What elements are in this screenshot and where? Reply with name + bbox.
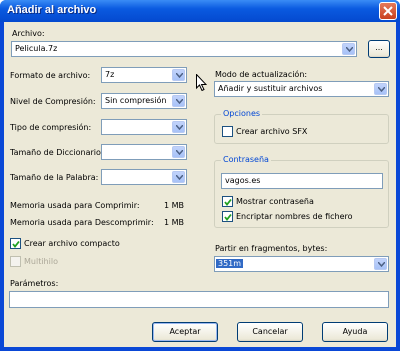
memory-compress-value: 1 MB xyxy=(164,201,185,210)
encrypt-names-checkbox[interactable] xyxy=(222,211,233,222)
parameters-label: Parámetros: xyxy=(10,279,59,288)
chevron-down-icon xyxy=(378,262,385,267)
chevron-down-icon xyxy=(346,47,353,52)
update-mode-label: Modo de actualización: xyxy=(215,70,308,79)
type-dropdown-button[interactable] xyxy=(172,121,185,133)
solid-archive-checkbox[interactable] xyxy=(10,238,21,249)
dictionary-label: Tamaño de Diccionario: xyxy=(10,148,104,157)
format-dropdown-button[interactable] xyxy=(172,69,185,81)
update-mode-select[interactable]: Añadir y sustituir archivos xyxy=(214,81,389,97)
archive-value: Pelicula.7z xyxy=(15,44,58,53)
sfx-label: Crear archivo SFX xyxy=(236,127,308,136)
dictionary-dropdown-button[interactable] xyxy=(172,146,185,158)
password-value: vagos.es xyxy=(225,176,261,185)
level-value: Sin compresión xyxy=(105,96,167,105)
split-value: 351m xyxy=(216,259,244,268)
word-size-dropdown-button[interactable] xyxy=(172,171,185,183)
format-select[interactable]: 7z xyxy=(101,67,187,83)
title-bar[interactable]: Añadir al archivo xyxy=(0,0,400,22)
options-title: Opciones xyxy=(221,109,263,118)
memory-decompress-value: 1 MB xyxy=(164,218,185,227)
close-button[interactable] xyxy=(379,2,397,20)
multithread-label: Multihilo xyxy=(24,257,58,266)
dialog-window: Añadir al archivo Archivo: Pelicula.7z .… xyxy=(0,0,400,351)
browse-button[interactable]: ... xyxy=(368,40,390,58)
close-icon xyxy=(383,6,393,16)
window-title: Añadir al archivo xyxy=(7,4,97,16)
word-size-select[interactable] xyxy=(101,169,187,185)
archive-combobox[interactable]: Pelicula.7z xyxy=(11,41,357,57)
split-combobox[interactable]: 351m xyxy=(214,256,389,272)
memory-compress-label: Memoria usada para Comprimir: xyxy=(10,201,140,210)
show-password-label: Mostrar contraseña xyxy=(236,197,314,206)
multithread-checkbox[interactable] xyxy=(10,256,21,267)
checkmark-icon xyxy=(12,240,20,248)
level-label: Nivel de Compresión: xyxy=(10,97,96,106)
password-title: Contraseña xyxy=(221,155,271,164)
format-value: 7z xyxy=(105,70,115,79)
type-select[interactable] xyxy=(101,119,187,135)
split-dropdown-button[interactable] xyxy=(374,258,387,270)
chevron-down-icon xyxy=(176,99,183,104)
format-label: Formato de archivo: xyxy=(10,71,91,80)
cancel-button[interactable]: Cancelar xyxy=(237,322,303,342)
parameters-input[interactable] xyxy=(9,291,389,308)
memory-decompress-label: Memoria usada para Descomprimir: xyxy=(10,218,154,227)
options-group: Opciones Crear archivo SFX xyxy=(214,109,389,144)
chevron-down-icon xyxy=(176,150,183,155)
split-label: Partir en fragmentos, bytes: xyxy=(215,244,328,253)
chevron-down-icon xyxy=(176,73,183,78)
type-label: Tipo de compresión: xyxy=(10,123,92,132)
level-dropdown-button[interactable] xyxy=(172,95,185,107)
encrypt-names-label: Encriptar nombres de fichero xyxy=(236,212,353,221)
solid-archive-label: Crear archivo compacto xyxy=(24,239,120,248)
ok-button[interactable]: Aceptar xyxy=(152,322,218,342)
chevron-down-icon xyxy=(176,175,183,180)
chevron-down-icon xyxy=(378,87,385,92)
password-group: Contraseña vagos.es Mostrar contraseña E… xyxy=(214,155,389,228)
checkmark-icon xyxy=(224,198,232,206)
dialog-body: Archivo: Pelicula.7z ... Formato de arch… xyxy=(4,22,396,347)
archive-label: Archivo: xyxy=(12,29,45,38)
checkmark-icon xyxy=(224,213,232,221)
password-input[interactable]: vagos.es xyxy=(221,173,383,189)
chevron-down-icon xyxy=(176,125,183,130)
sfx-checkbox[interactable] xyxy=(222,126,233,137)
update-mode-dropdown-button[interactable] xyxy=(374,83,387,95)
dictionary-select[interactable] xyxy=(101,144,187,160)
word-size-label: Tamaño de la Palabra: xyxy=(10,173,99,182)
archive-dropdown-button[interactable] xyxy=(342,43,355,55)
mouse-cursor-icon xyxy=(196,74,207,91)
update-mode-value: Añadir y sustituir archivos xyxy=(218,84,323,93)
show-password-checkbox[interactable] xyxy=(222,196,233,207)
level-select[interactable]: Sin compresión xyxy=(101,93,187,109)
help-button[interactable]: Ayuda xyxy=(322,322,388,342)
